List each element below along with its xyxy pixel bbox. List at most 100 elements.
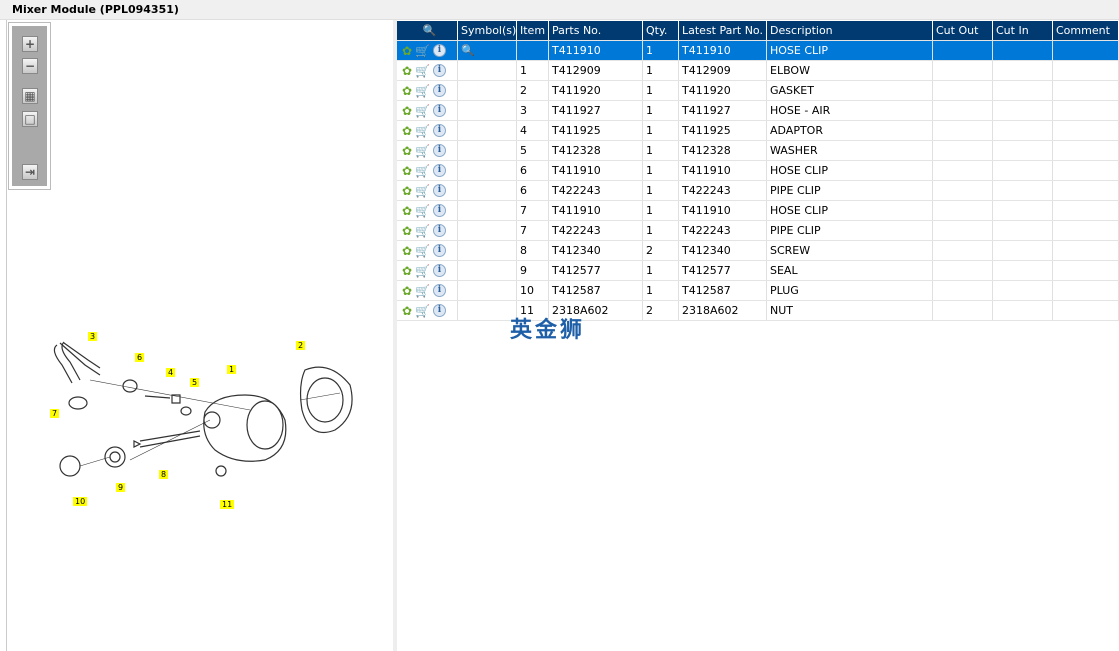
settings-gear-icon[interactable]: ✿ [402, 64, 412, 78]
info-icon[interactable]: i [433, 64, 447, 77]
cart-icon[interactable]: 🛒 [415, 64, 430, 78]
info-icon[interactable]: i [433, 44, 447, 57]
cart-icon[interactable]: 🛒 [415, 44, 430, 58]
table-row[interactable]: ✿ 🛒 i 9 T412577 1 T412577 SEAL [397, 261, 1119, 281]
col-qty[interactable]: Qty. [643, 21, 679, 40]
settings-gear-icon[interactable]: ✿ [402, 224, 412, 238]
cart-icon[interactable]: 🛒 [415, 304, 430, 318]
cut-out-cell [933, 261, 993, 280]
settings-gear-icon[interactable]: ✿ [402, 124, 412, 138]
cart-icon[interactable]: 🛒 [415, 204, 430, 218]
cut-out-cell [933, 61, 993, 80]
col-description[interactable]: Description [767, 21, 933, 40]
info-icon[interactable]: i [433, 264, 447, 277]
info-icon[interactable]: i [433, 104, 447, 117]
table-row[interactable]: ✿ 🛒 i 6 T422243 1 T422243 PIPE CLIP [397, 181, 1119, 201]
fit-view-button[interactable]: ▦ [22, 88, 38, 104]
table-row[interactable]: ✿ 🛒 i 7 T411910 1 T411910 HOSE CLIP [397, 201, 1119, 221]
col-item[interactable]: Item [517, 21, 549, 40]
comment-cell [1053, 81, 1119, 100]
item-cell: 2 [517, 81, 549, 100]
info-icon[interactable]: i [433, 244, 447, 257]
col-cut-out[interactable]: Cut Out [933, 21, 993, 40]
cut-in-cell [993, 301, 1053, 320]
settings-gear-icon[interactable]: ✿ [402, 84, 412, 98]
cart-icon[interactable]: 🛒 [415, 224, 430, 238]
export-button[interactable]: ⇥ [22, 164, 38, 180]
callout-11[interactable]: 11 [220, 500, 235, 509]
col-comment[interactable]: Comment [1053, 21, 1119, 40]
table-row[interactable]: ✿ 🛒 i 10 T412587 1 T412587 PLUG [397, 281, 1119, 301]
table-row[interactable]: ✿ 🛒 i 3 T411927 1 T411927 HOSE - AIR [397, 101, 1119, 121]
diagram-toolbox: + − ▦ □ ⇥ [8, 22, 51, 190]
cart-icon[interactable]: 🛒 [415, 164, 430, 178]
callout-8[interactable]: 8 [159, 470, 169, 479]
symbols-cell [458, 81, 517, 100]
actual-size-button[interactable]: □ [22, 111, 38, 127]
cart-icon[interactable]: 🛒 [415, 144, 430, 158]
table-row[interactable]: ✿ 🛒 i 2 T411920 1 T411920 GASKET [397, 81, 1119, 101]
table-row[interactable]: ✿ 🛒 i 6 T411910 1 T411910 HOSE CLIP [397, 161, 1119, 181]
callout-1[interactable]: 1 [227, 365, 237, 374]
callout-9[interactable]: 9 [116, 483, 126, 492]
table-row[interactable]: ✿ 🛒 i 🔍 T411910 1 T411910 HOSE CLIP [397, 41, 1119, 61]
settings-gear-icon[interactable]: ✿ [402, 244, 412, 258]
latest-part-cell: T422243 [679, 181, 767, 200]
info-icon[interactable]: i [433, 184, 447, 197]
info-icon[interactable]: i [433, 164, 447, 177]
table-row[interactable]: ✿ 🛒 i 1 T412909 1 T412909 ELBOW [397, 61, 1119, 81]
settings-gear-icon[interactable]: ✿ [402, 144, 412, 158]
settings-gear-icon[interactable]: ✿ [402, 44, 412, 58]
cart-icon[interactable]: 🛒 [415, 104, 430, 118]
qty-cell: 1 [643, 141, 679, 160]
table-row[interactable]: ✿ 🛒 i 11 2318A602 2 2318A602 NUT [397, 301, 1119, 321]
cart-icon[interactable]: 🛒 [415, 244, 430, 258]
info-icon[interactable]: i [433, 124, 447, 137]
cut-out-cell [933, 81, 993, 100]
settings-gear-icon[interactable]: ✿ [402, 264, 412, 278]
table-row[interactable]: ✿ 🛒 i 8 T412340 2 T412340 SCREW [397, 241, 1119, 261]
col-cut-in[interactable]: Cut In [993, 21, 1053, 40]
zoom-in-button[interactable]: + [22, 36, 38, 52]
table-row[interactable]: ✿ 🛒 i 5 T412328 1 T412328 WASHER [397, 141, 1119, 161]
part-no-cell: T411920 [549, 81, 643, 100]
magnifier-symbol-icon[interactable]: 🔍 [461, 44, 475, 57]
cart-icon[interactable]: 🛒 [415, 184, 430, 198]
cart-icon[interactable]: 🛒 [415, 284, 430, 298]
settings-gear-icon[interactable]: ✿ [402, 104, 412, 118]
latest-part-cell: T412587 [679, 281, 767, 300]
zoom-out-button[interactable]: − [22, 58, 38, 74]
part-no-cell: T422243 [549, 181, 643, 200]
callout-3[interactable]: 3 [88, 332, 98, 341]
info-icon[interactable]: i [433, 224, 447, 237]
callout-7[interactable]: 7 [50, 409, 60, 418]
cart-icon[interactable]: 🛒 [415, 264, 430, 278]
callout-6[interactable]: 6 [135, 353, 145, 362]
info-icon[interactable]: i [433, 144, 447, 157]
col-parts-no[interactable]: Parts No. [549, 21, 643, 40]
settings-gear-icon[interactable]: ✿ [402, 184, 412, 198]
search-column-icon[interactable]: 🔍 [397, 21, 458, 40]
col-latest-part[interactable]: Latest Part No. [679, 21, 767, 40]
info-icon[interactable]: i [433, 284, 447, 297]
comment-cell [1053, 41, 1119, 60]
table-row[interactable]: ✿ 🛒 i 7 T422243 1 T422243 PIPE CLIP [397, 221, 1119, 241]
info-icon[interactable]: i [433, 84, 447, 97]
cart-icon[interactable]: 🛒 [415, 124, 430, 138]
part-no-cell: T411910 [549, 161, 643, 180]
item-cell: 4 [517, 121, 549, 140]
table-row[interactable]: ✿ 🛒 i 4 T411925 1 T411925 ADAPTOR [397, 121, 1119, 141]
settings-gear-icon[interactable]: ✿ [402, 304, 412, 318]
cut-out-cell [933, 101, 993, 120]
callout-10[interactable]: 10 [73, 497, 88, 506]
callout-5[interactable]: 5 [190, 378, 200, 387]
info-icon[interactable]: i [433, 204, 447, 217]
info-icon[interactable]: i [433, 304, 447, 317]
settings-gear-icon[interactable]: ✿ [402, 284, 412, 298]
cart-icon[interactable]: 🛒 [415, 84, 430, 98]
callout-4[interactable]: 4 [166, 368, 176, 377]
settings-gear-icon[interactable]: ✿ [402, 164, 412, 178]
callout-2[interactable]: 2 [296, 341, 306, 350]
col-symbols[interactable]: Symbol(s) [458, 21, 517, 40]
settings-gear-icon[interactable]: ✿ [402, 204, 412, 218]
